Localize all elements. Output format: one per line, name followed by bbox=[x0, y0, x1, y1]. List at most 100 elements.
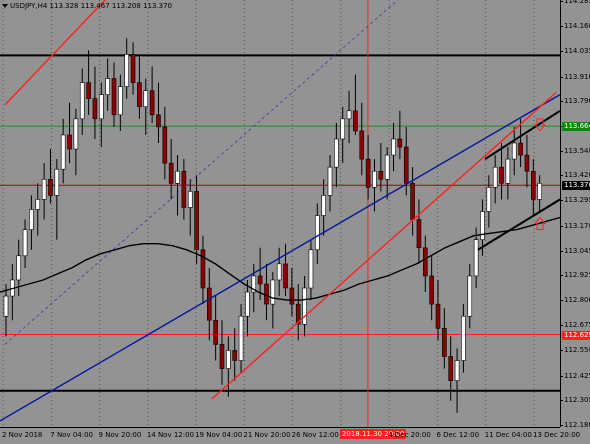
price-tick bbox=[561, 225, 563, 227]
candle-body bbox=[327, 166, 333, 196]
price-tick bbox=[561, 151, 563, 153]
candle-body bbox=[340, 118, 346, 140]
candle-body bbox=[499, 166, 504, 184]
candle-body bbox=[257, 275, 263, 285]
time-tick-label: 13 Dec 20:00 bbox=[533, 431, 581, 439]
candle-body bbox=[530, 170, 536, 200]
trend-line bbox=[211, 92, 557, 400]
time-tick-label: 11 Dec 04:00 bbox=[484, 431, 532, 439]
price-badge: 112.629 bbox=[562, 330, 590, 340]
price-tick-label: 113.170 bbox=[564, 221, 590, 230]
candle-body bbox=[213, 319, 218, 345]
price-tick-label: 112.925 bbox=[564, 270, 590, 279]
candle-body bbox=[448, 356, 454, 381]
candle-body bbox=[206, 287, 212, 321]
candle-body bbox=[187, 191, 193, 208]
price-tick-label: 114.160 bbox=[564, 22, 590, 31]
candle-body bbox=[22, 229, 28, 257]
candle-body bbox=[60, 134, 66, 170]
price-tick-label: 113.295 bbox=[564, 196, 590, 205]
candle-body bbox=[79, 82, 85, 120]
dropdown-triangle-icon[interactable] bbox=[2, 4, 8, 8]
candle-body bbox=[454, 360, 460, 381]
price-tick bbox=[561, 76, 563, 78]
price-tick-label: 112.425 bbox=[564, 371, 590, 380]
time-tick-label: 14 Nov 12:00 bbox=[146, 431, 195, 439]
candle-body bbox=[226, 350, 231, 369]
time-tick-label: 4 Dec 20:00 bbox=[388, 431, 431, 439]
candle-body bbox=[124, 54, 130, 87]
candle-body bbox=[35, 199, 41, 210]
candle-body bbox=[537, 182, 542, 200]
candle-body bbox=[73, 118, 79, 150]
price-tick bbox=[561, 399, 563, 401]
candle-body bbox=[41, 178, 47, 200]
price-tick-label: 113.910 bbox=[564, 72, 590, 81]
candle-body bbox=[245, 291, 250, 317]
price-plot[interactable] bbox=[0, 0, 560, 427]
time-tick-label: 6 Dec 12:00 bbox=[436, 431, 480, 439]
candle-body bbox=[162, 126, 168, 164]
candle-body bbox=[346, 110, 352, 120]
candle-body bbox=[194, 191, 199, 251]
price-badge: 113.664 bbox=[562, 122, 590, 132]
price-tick-label: 112.675 bbox=[564, 321, 590, 330]
candle-body bbox=[3, 295, 9, 317]
candle-body bbox=[384, 154, 390, 180]
candle-body bbox=[118, 86, 123, 116]
price-tick-label: 112.305 bbox=[564, 395, 590, 404]
candle-body bbox=[429, 275, 434, 305]
candle-body bbox=[219, 344, 225, 369]
price-tick-label: 113.045 bbox=[564, 246, 590, 255]
candle-body bbox=[270, 279, 276, 305]
candle-body bbox=[283, 263, 288, 289]
price-tick-label: 112.550 bbox=[564, 346, 590, 355]
price-tick-label: 112.180 bbox=[564, 420, 590, 429]
candle-body bbox=[130, 54, 136, 83]
candle-body bbox=[86, 82, 91, 99]
candle-body bbox=[314, 215, 320, 251]
candle-body bbox=[511, 142, 517, 160]
candle-body bbox=[372, 170, 377, 188]
candle-body bbox=[302, 287, 307, 325]
price-axis: 114.285 114.160 114.035 113.910 113.790 113.6… bbox=[560, 0, 590, 429]
candle-body bbox=[359, 130, 365, 160]
candle-body bbox=[442, 328, 447, 357]
candle-body bbox=[461, 315, 466, 361]
time-tick-label: 21 Nov 20:00 bbox=[243, 431, 291, 439]
time-tick-label: 7 Nov 04:00 bbox=[50, 431, 94, 439]
candle-body bbox=[16, 255, 22, 281]
candle-body bbox=[98, 94, 104, 120]
price-tick bbox=[561, 350, 563, 352]
price-badge: 113.370 bbox=[562, 181, 590, 191]
down-arrow-icon bbox=[533, 118, 547, 132]
candle-body bbox=[518, 142, 523, 156]
candle-body bbox=[416, 219, 422, 249]
price-tick bbox=[561, 274, 563, 276]
candle-body bbox=[137, 82, 142, 108]
price-tick bbox=[561, 1, 563, 2]
price-tick-label: 113.790 bbox=[564, 96, 590, 105]
price-tick-label: 113.540 bbox=[564, 147, 590, 156]
candle-body bbox=[238, 315, 244, 361]
candle-body bbox=[264, 283, 269, 305]
candle-body bbox=[321, 195, 326, 216]
candle-body bbox=[365, 158, 371, 188]
candle-body bbox=[156, 114, 161, 128]
candle-body bbox=[391, 138, 396, 156]
candle-body bbox=[48, 178, 53, 196]
price-tick bbox=[561, 375, 563, 377]
price-tick bbox=[561, 300, 563, 302]
price-tick bbox=[561, 26, 563, 28]
candle-body bbox=[435, 303, 441, 329]
candle-body bbox=[353, 110, 358, 132]
candle-body bbox=[467, 275, 473, 317]
candle-body bbox=[473, 239, 479, 277]
candle-body bbox=[105, 78, 110, 95]
time-tick-label: 2 Nov 2018 bbox=[2, 431, 43, 439]
candle-body bbox=[403, 146, 409, 184]
price-tick bbox=[561, 100, 563, 102]
price-tick-label: 114.035 bbox=[564, 47, 590, 56]
candle-body bbox=[168, 162, 174, 184]
price-tick bbox=[561, 325, 563, 327]
